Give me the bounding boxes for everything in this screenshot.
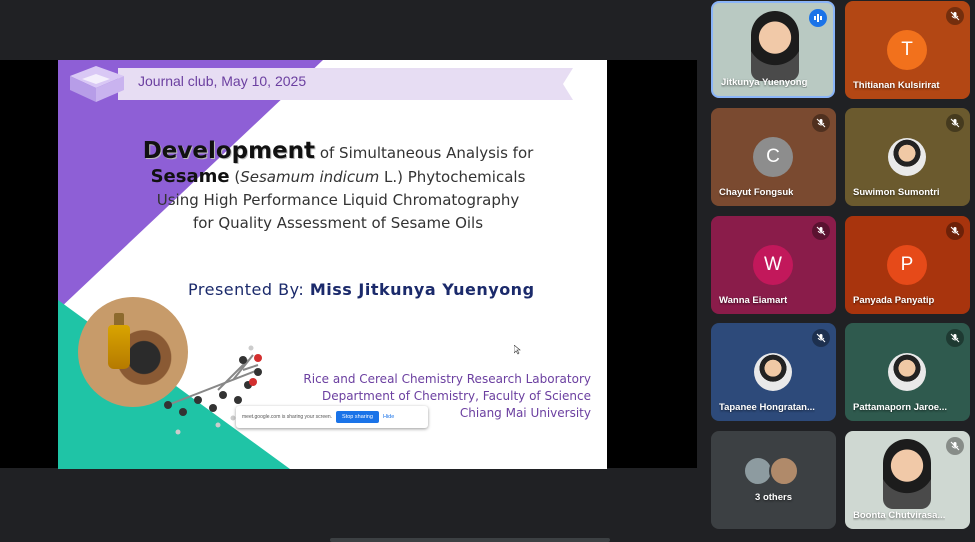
participant-tile[interactable]: Suwimon Sumontri bbox=[845, 108, 970, 206]
presenter-name: Miss Jitkunya Yuenyong bbox=[309, 280, 535, 299]
mic-muted-icon bbox=[812, 222, 830, 240]
title-line2: L.) Phytochemicals bbox=[379, 168, 526, 186]
participant-tile[interactable]: T Thitianan Kulsirirat bbox=[845, 1, 970, 99]
participant-video bbox=[883, 439, 931, 509]
participant-tile[interactable]: 3 others bbox=[711, 431, 836, 529]
participant-name: Chayut Fongsuk bbox=[719, 187, 794, 198]
participant-avatar: P bbox=[887, 245, 927, 285]
title-species: Sesamum indicum bbox=[240, 168, 380, 186]
participant-tile[interactable]: Tapanee Hongratan... bbox=[711, 323, 836, 421]
hide-share-bar-button[interactable]: Hide bbox=[383, 414, 394, 420]
participant-name: Jitkunya Yuenyong bbox=[721, 77, 808, 88]
participant-avatar bbox=[888, 353, 926, 391]
participant-name: Thitianan Kulsirirat bbox=[853, 80, 940, 91]
participant-video bbox=[751, 11, 799, 81]
share-message: meet.google.com is sharing your screen. bbox=[242, 414, 333, 420]
mic-muted-icon bbox=[946, 114, 964, 132]
participant-name: Suwimon Sumontri bbox=[853, 187, 940, 198]
participant-name: Panyada Panyatip bbox=[853, 295, 935, 306]
slide-header: Journal club, May 10, 2025 bbox=[138, 73, 307, 89]
mic-muted-icon bbox=[946, 329, 964, 347]
mic-muted-icon bbox=[946, 7, 964, 25]
sesame-oil-photo bbox=[78, 297, 188, 407]
cursor-icon bbox=[514, 345, 521, 355]
participant-tile[interactable]: Boonta Chutvirasa... bbox=[845, 431, 970, 529]
stop-sharing-button[interactable]: Stop sharing bbox=[336, 411, 379, 423]
speaking-indicator-icon bbox=[809, 9, 827, 27]
oil-bottle bbox=[108, 325, 130, 369]
participant-avatar: C bbox=[753, 137, 793, 177]
participant-tile[interactable]: P Panyada Panyatip bbox=[845, 216, 970, 314]
title-open-paren: ( bbox=[229, 168, 241, 186]
presented-label: Presented By: bbox=[188, 280, 310, 299]
mic-muted-icon bbox=[946, 437, 964, 455]
participant-name: Pattamaporn Jaroe... bbox=[853, 402, 947, 413]
participant-avatar bbox=[754, 353, 792, 391]
presenter: Presented By: Miss Jitkunya Yuenyong bbox=[188, 280, 535, 299]
participant-avatar bbox=[888, 138, 926, 176]
affiliation-department: Department of Chemistry, Faculty of Scie… bbox=[321, 389, 591, 403]
mic-muted-icon bbox=[946, 222, 964, 240]
participant-tile[interactable]: Pattamaporn Jaroe... bbox=[845, 323, 970, 421]
participant-name: 3 others bbox=[755, 492, 792, 503]
slide-title: Development of Simultaneous Analysis for… bbox=[98, 140, 578, 235]
mic-muted-icon bbox=[812, 329, 830, 347]
participant-tile[interactable]: Jitkunya Yuenyong bbox=[711, 1, 835, 98]
title-line4: for Quality Assessment of Sesame Oils bbox=[192, 214, 484, 232]
bottom-control-bar-hint bbox=[330, 538, 610, 542]
participant-name: Tapanee Hongratan... bbox=[719, 402, 815, 413]
participant-avatar: W bbox=[753, 245, 793, 285]
participant-avatar: T bbox=[887, 30, 927, 70]
participant-name: Wanna Eiamart bbox=[719, 295, 788, 306]
title-line1: of Simultaneous Analysis for bbox=[315, 144, 534, 162]
participant-name: Boonta Chutvirasa... bbox=[853, 510, 946, 521]
presentation-slide: Journal club, May 10, 2025 Development o… bbox=[58, 60, 607, 469]
title-word-sesame: Sesame bbox=[150, 166, 230, 187]
participant-tile[interactable]: C Chayut Fongsuk bbox=[711, 108, 836, 206]
participant-tile[interactable]: W Wanna Eiamart bbox=[711, 216, 836, 314]
mic-muted-icon bbox=[812, 114, 830, 132]
title-line3: Using High Performance Liquid Chromatogr… bbox=[156, 191, 520, 209]
title-word-development: Development bbox=[142, 138, 316, 164]
other-participant-avatar bbox=[769, 456, 799, 486]
screen-share-bar: meet.google.com is sharing your screen. … bbox=[236, 406, 428, 428]
affiliation-lab: Rice and Cereal Chemistry Research Labor… bbox=[303, 372, 591, 386]
